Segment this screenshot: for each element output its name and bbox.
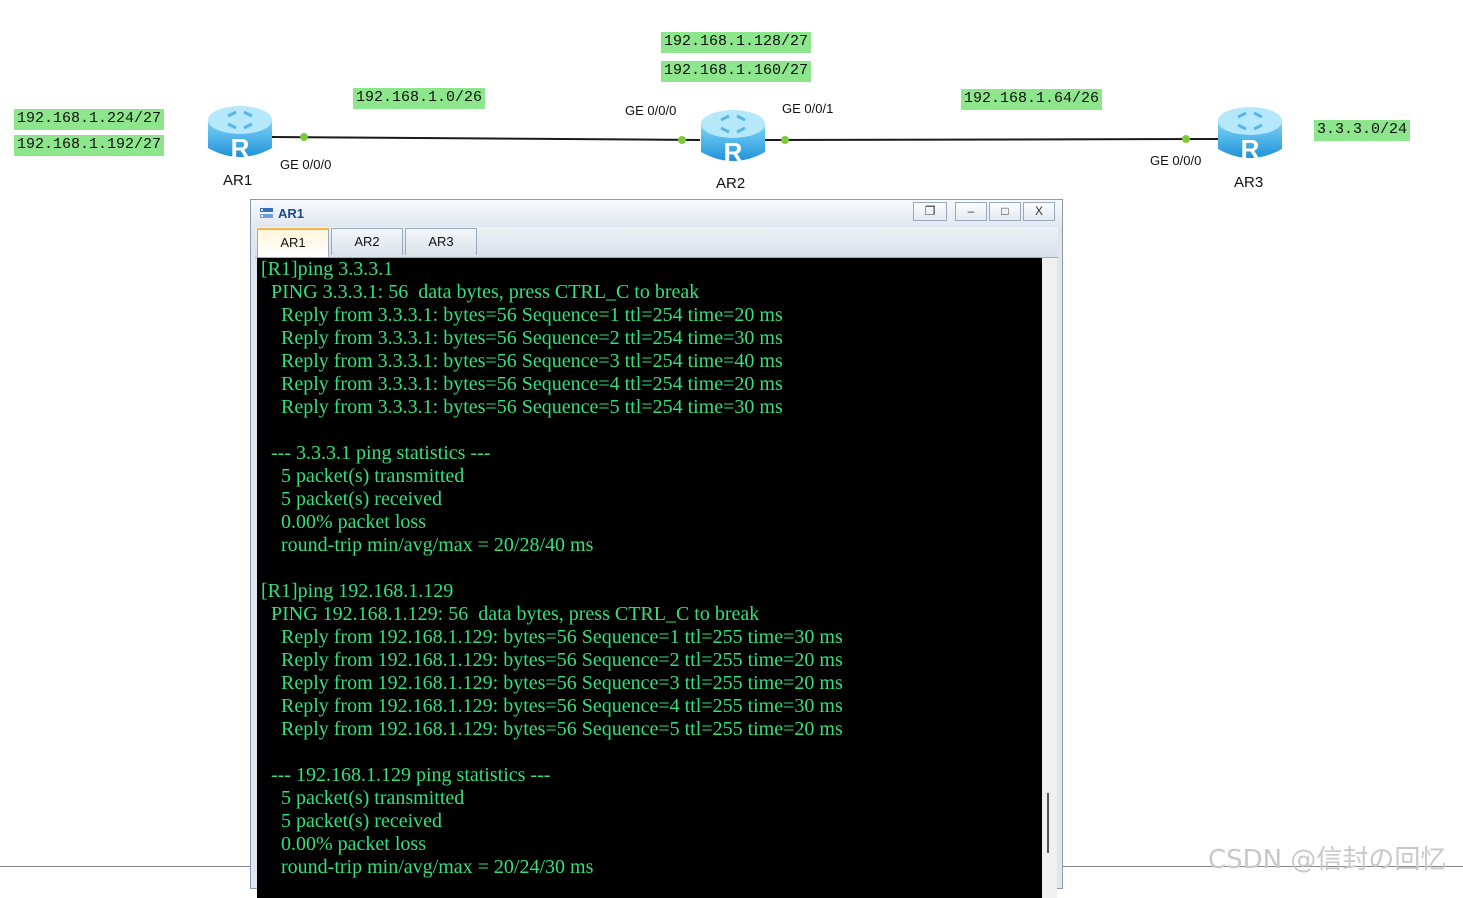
port-dot-ar3 [1182,135,1190,143]
router-letter: R [231,133,250,163]
router-name-ar1: AR1 [223,172,253,189]
maximize-button[interactable]: □ [989,202,1021,221]
link-ar2-ar3[interactable] [764,138,1219,141]
network-label-ar1-a[interactable]: 192.168.1.224/27 [14,109,165,130]
restore-button[interactable]: ❐ [913,202,947,221]
port-label-ar2-ge000: GE 0/0/0 [625,103,677,118]
terminal-text: [R1]ping 3.3.3.1 PING 3.3.3.1: 56 data b… [261,258,843,878]
port-label-ar3-ge000: GE 0/0/0 [1150,153,1202,168]
router-name-ar2: AR2 [716,175,746,192]
port-dot-ar2-left [678,136,686,144]
watermark: CSDN @信封の回忆 [1208,845,1447,875]
router-letter: R [724,137,743,167]
window-titlebar[interactable]: AR1 ❐ – □ X [251,200,1062,226]
tab-ar1[interactable]: AR1 [257,228,329,257]
link-ar1-ar2[interactable] [271,136,701,141]
network-label-ar3[interactable]: 3.3.3.0/24 [1314,120,1411,141]
network-label-link2[interactable]: 192.168.1.64/26 [961,89,1103,110]
app-icon [260,208,273,218]
canvas-bottom-line [0,866,250,867]
port-label-ar1-ge000: GE 0/0/0 [280,157,332,172]
router-ar3-icon[interactable]: R [1216,103,1284,165]
router-ar1-icon[interactable]: R [206,102,274,164]
network-label-ar1-b[interactable]: 192.168.1.192/27 [14,135,165,156]
tab-bar: AR1 AR2 AR3 [255,227,1058,258]
router-letter: R [1241,134,1260,164]
tab-ar2[interactable]: AR2 [331,228,403,255]
close-button[interactable]: X [1023,202,1055,221]
router-name-ar3: AR3 [1234,174,1264,191]
terminal-output[interactable]: [R1]ping 3.3.3.1 PING 3.3.3.1: 56 data b… [257,258,1042,898]
network-label-ar2-a[interactable]: 192.168.1.128/27 [661,32,812,53]
window-title: AR1 [278,206,305,221]
router-ar2-icon[interactable]: R [699,106,767,168]
port-dot-ar2-right [781,136,789,144]
port-dot-ar1 [300,133,308,141]
network-label-ar2-b[interactable]: 192.168.1.160/27 [661,61,812,82]
scrollbar-thumb[interactable] [1047,793,1049,853]
network-label-link1[interactable]: 192.168.1.0/26 [353,88,486,109]
minimize-button[interactable]: – [955,202,987,221]
terminal-window[interactable]: AR1 ❐ – □ X AR1 AR2 AR3 [R1]ping 3.3.3.1… [250,199,1063,898]
tab-ar3[interactable]: AR3 [405,228,477,255]
port-label-ar2-ge001: GE 0/0/1 [782,101,834,116]
vertical-scrollbar[interactable] [1042,258,1057,898]
